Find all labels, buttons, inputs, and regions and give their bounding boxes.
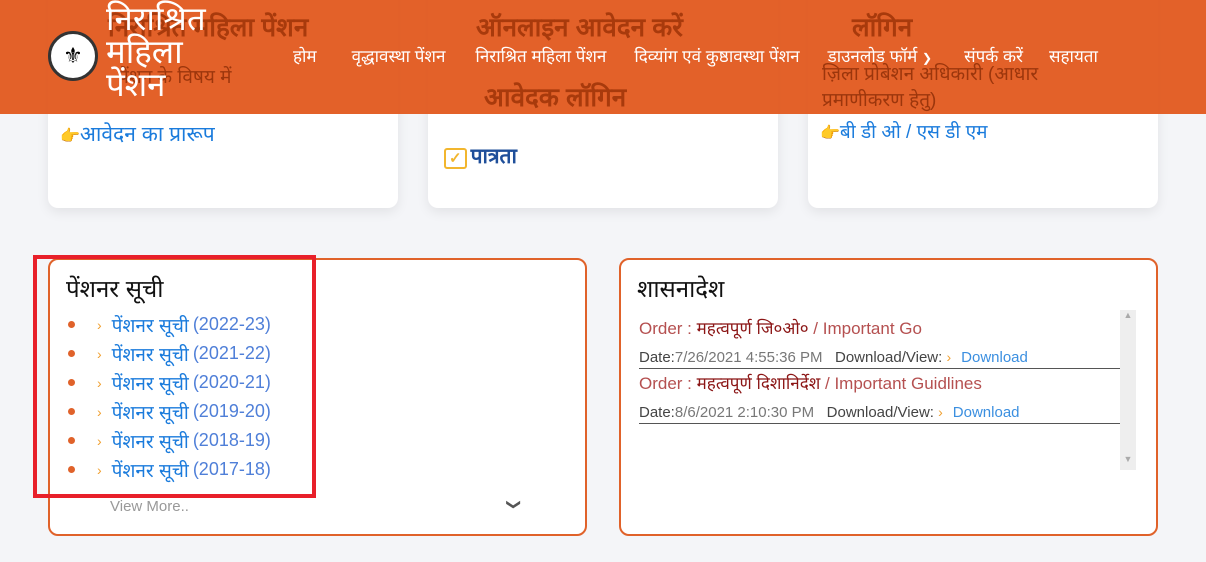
card-heading: लॉगिन: [852, 12, 913, 42]
pointing-hand-icon: 👉: [820, 125, 840, 142]
order-item: Order : महत्वपूर्ण दिशानिर्देश / Importa…: [639, 371, 1121, 424]
eligibility-link[interactable]: ✓ पात्रता: [444, 142, 517, 170]
nav-home[interactable]: होम: [293, 44, 317, 67]
pointing-hand-icon: 👉: [60, 128, 80, 145]
order-link[interactable]: महत्वपूर्ण जि०ओ०: [697, 319, 809, 338]
site-brand[interactable]: निराश्रित महिला पेंशन: [106, 2, 216, 101]
chevron-right-icon: ›: [946, 349, 952, 365]
nav-widow-pension[interactable]: निराश्रित महिला पेंशन: [475, 44, 606, 67]
bdo-sdm-link[interactable]: 👉बी डी ओ / एस डी एम: [820, 118, 987, 144]
nav-disability-pension[interactable]: दिव्यांग एवं कुष्ठावस्था पेंशन: [634, 44, 799, 67]
card-heading: ऑनलाइन आवेदन करें: [476, 12, 683, 42]
main-nav: होम वृद्धावस्था पेंशन निराश्रित महिला पे…: [293, 44, 1098, 67]
chevron-down-icon: ❯: [922, 51, 933, 65]
chevron-right-icon: ›: [938, 404, 943, 420]
scrollbar[interactable]: ▲ ▼: [1120, 310, 1136, 470]
chevron-down-icon[interactable]: ❯: [505, 499, 522, 511]
checkbox-icon: ✓: [444, 148, 467, 169]
application-format-link[interactable]: 👉आवेदन का प्रारूप: [60, 120, 215, 148]
highlight-box: [33, 255, 316, 498]
order-link[interactable]: महत्वपूर्ण दिशानिर्देश: [697, 374, 821, 393]
card-sub[interactable]: ज़िला प्रोबेशन अधिकारी (आधार प्रमाणीकरण …: [822, 62, 1102, 114]
panel-title: शासनादेश: [637, 276, 725, 303]
download-link[interactable]: Download: [953, 404, 1020, 421]
card-sub[interactable]: आवेदक लॉगिन: [484, 78, 626, 114]
nav-old-age-pension[interactable]: वृद्धावस्था पेंशन: [352, 44, 446, 67]
nav-help[interactable]: सहायता: [1049, 44, 1098, 67]
order-item: Order : महत्वपूर्ण जि०ओ० / Important Go …: [639, 316, 1121, 369]
up-govt-emblem-icon[interactable]: ⚜: [48, 31, 98, 81]
view-more-link[interactable]: View More..: [110, 498, 189, 515]
nav-download-form[interactable]: डाउनलोड फॉर्म ❯: [828, 44, 932, 67]
nav-contact[interactable]: संपर्क करें: [964, 44, 1023, 67]
download-link[interactable]: Download: [961, 349, 1028, 366]
government-orders-panel: शासनादेश Order : महत्वपूर्ण जि०ओ० / Impo…: [619, 258, 1158, 536]
